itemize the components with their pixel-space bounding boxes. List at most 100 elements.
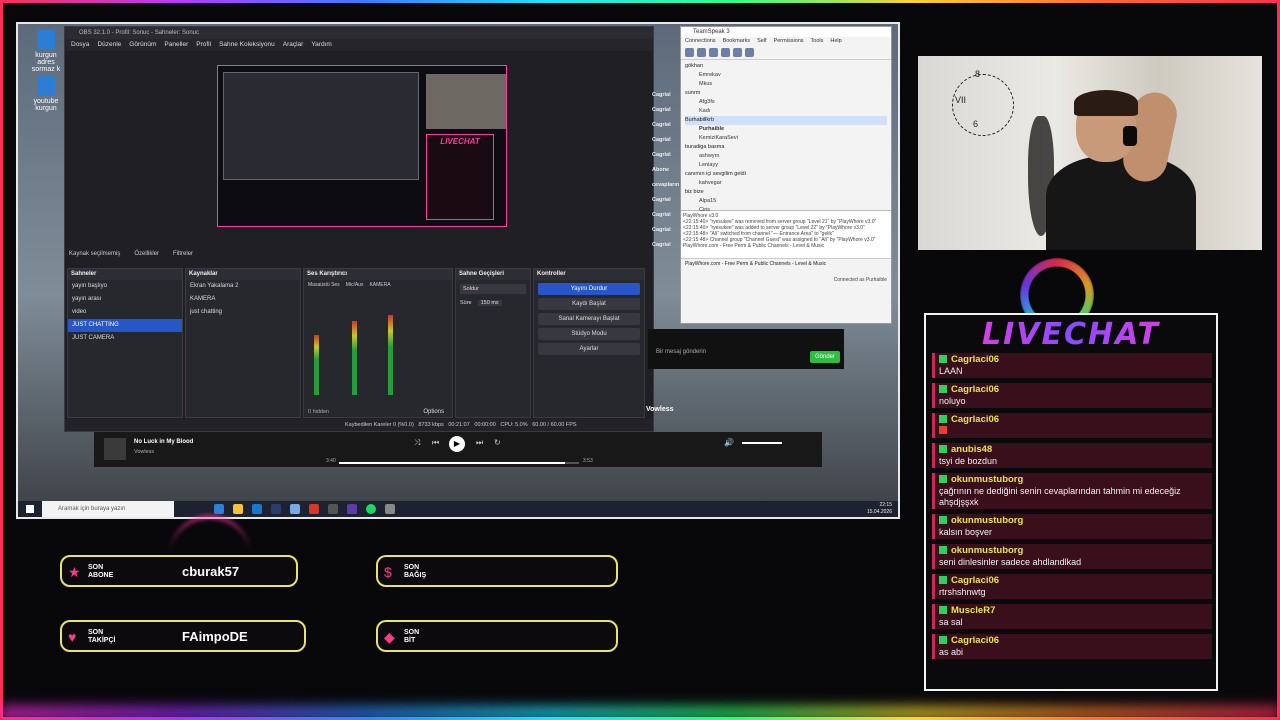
duration-input[interactable]: 150 ms xyxy=(477,300,502,306)
menu-item[interactable]: Permissions xyxy=(774,37,804,46)
mixer-hidden: 0 hidden xyxy=(308,409,330,415)
menu-item[interactable]: Help xyxy=(830,37,841,46)
mixer-options-button[interactable]: Options xyxy=(423,409,444,415)
play-button[interactable]: ▶ xyxy=(449,436,465,452)
volume-slider[interactable] xyxy=(742,442,782,444)
source-item[interactable]: Ekran Yakalama 2 xyxy=(186,280,300,293)
start-recording-button[interactable]: Kaydı Başlat xyxy=(538,298,640,310)
ts-channel[interactable]: buradiga basma xyxy=(685,143,887,152)
ts-user[interactable]: Purhaible xyxy=(685,125,887,134)
bookmark-icon[interactable] xyxy=(745,48,754,57)
chat-message: MuscleR7 sa sal xyxy=(932,604,1212,629)
chrome-icon[interactable] xyxy=(214,504,224,514)
obs-preview[interactable]: LIVECHAT xyxy=(217,65,507,227)
menu-item[interactable]: Yardım xyxy=(311,39,331,51)
opera-icon[interactable] xyxy=(309,504,319,514)
ts-user[interactable]: Kadı xyxy=(685,107,887,116)
teamspeak-icon[interactable] xyxy=(385,504,395,514)
mixer-header: Ses Karıştırıcı xyxy=(304,269,452,280)
next-icon[interactable]: ⏭ xyxy=(476,438,483,448)
strip-label: Cagrial xyxy=(652,107,671,113)
scene-item[interactable]: yayın arası xyxy=(68,293,182,306)
volume-icon[interactable]: 🔊 xyxy=(724,438,734,447)
ts-channel[interactable]: canımın içi sevgilim geldi xyxy=(685,170,887,179)
message-input[interactable]: Bir mesaj gönderin xyxy=(656,349,726,356)
menu-item[interactable]: Connections xyxy=(685,37,716,46)
menu-item[interactable]: Paneller xyxy=(164,39,188,51)
spotify-icon[interactable] xyxy=(366,504,376,514)
previous-icon[interactable]: ⏮ xyxy=(432,438,439,448)
steam-icon[interactable] xyxy=(271,504,281,514)
preview-screen xyxy=(223,72,419,180)
mute-mic-icon[interactable] xyxy=(721,48,730,57)
dropped-frames: Kaybedilen Kareler 0 (%0.0) xyxy=(345,422,414,428)
progress-bar[interactable] xyxy=(339,462,579,464)
obs-icon[interactable] xyxy=(328,504,338,514)
scene-item[interactable]: JUST CAMERA xyxy=(68,332,182,345)
disconnect-icon[interactable] xyxy=(697,48,706,57)
total-time: 3:53 xyxy=(583,458,593,464)
scene-item-selected[interactable]: JUST CHATTING xyxy=(68,319,182,332)
properties-button[interactable]: Özellikler xyxy=(134,251,159,257)
ts-user[interactable]: kahvegar xyxy=(685,179,887,188)
rec-time: 00:00:00 xyxy=(474,422,496,428)
away-icon[interactable] xyxy=(709,48,718,57)
app-icon[interactable] xyxy=(290,504,300,514)
star-icon: ★ xyxy=(68,564,81,580)
audio-meter xyxy=(388,315,393,395)
menu-item[interactable]: Dosya xyxy=(71,39,89,51)
screen-capture: kurgun adres sormaz k youtube kurgun OBS… xyxy=(16,22,900,519)
send-button[interactable]: Gönder xyxy=(809,351,840,363)
ts-user[interactable]: Alpa15 xyxy=(685,197,887,206)
ts-channel[interactable]: sunrm xyxy=(685,89,887,98)
ts-user[interactable]: Leniayy xyxy=(685,161,887,170)
menu-item[interactable]: Tools xyxy=(811,37,824,46)
source-item[interactable]: just chatting xyxy=(186,306,300,319)
chat-message: Cagrlaci06 xyxy=(932,413,1212,438)
scene-item[interactable]: yayın başlıyo xyxy=(68,280,182,293)
windows-start-icon[interactable] xyxy=(26,505,34,513)
ts-channel[interactable]: biz bize xyxy=(685,188,887,197)
desktop-icon[interactable]: kurgun adres sormaz k xyxy=(26,30,66,73)
fps: 60.00 / 60.00 FPS xyxy=(532,422,577,428)
premiere-icon[interactable] xyxy=(347,504,357,514)
bitrate: 8733 kbps xyxy=(418,422,444,428)
settings-button[interactable]: Ayarlar xyxy=(538,343,640,355)
menu-item[interactable]: Düzenle xyxy=(97,39,121,51)
transition-select[interactable]: Soldur xyxy=(460,284,526,294)
ts-user[interactable]: ashwyrn xyxy=(685,152,887,161)
menu-item[interactable]: Self xyxy=(757,37,766,46)
chat-user: MuscleR7 xyxy=(939,605,1208,617)
source-item[interactable]: KAMERA xyxy=(186,293,300,306)
desktop-icon[interactable]: youtube kurgun xyxy=(26,76,66,112)
ts-user[interactable]: Mkus xyxy=(685,80,887,89)
alert-label: SON TAKİPÇİ xyxy=(88,629,115,645)
shuffle-icon[interactable]: ⤨ xyxy=(414,438,420,448)
scene-item[interactable]: video xyxy=(68,306,182,319)
alert-label-line: SON xyxy=(88,564,104,571)
ts-server-tab[interactable]: PlayWhore.com - Free Perm & Public Chann… xyxy=(681,258,891,269)
menu-item[interactable]: Profil xyxy=(196,39,211,51)
menu-item[interactable]: Görünüm xyxy=(129,39,156,51)
ts-user[interactable]: KemiziKaraSevi xyxy=(685,134,887,143)
connect-icon[interactable] xyxy=(685,48,694,57)
menu-item[interactable]: Bookmarks xyxy=(723,37,751,46)
alert-label: SON ABONE xyxy=(88,564,113,580)
repeat-icon[interactable]: ↻ xyxy=(494,438,501,447)
cpu-usage: CPU: 5.0% xyxy=(500,422,528,428)
stop-stream-button[interactable]: Yayını Durdur xyxy=(538,283,640,295)
chat-user: Cagrlaci06 xyxy=(939,635,1208,647)
folder-icon[interactable] xyxy=(233,504,243,514)
ts-user[interactable]: Emrekav xyxy=(685,71,887,80)
ts-channel[interactable]: Burhabillkrb xyxy=(685,116,887,125)
taskbar-search[interactable]: Aramak için buraya yazın xyxy=(42,501,174,517)
filters-button[interactable]: Filtreler xyxy=(173,251,193,257)
ts-user[interactable]: Afg3fs xyxy=(685,98,887,107)
mute-speaker-icon[interactable] xyxy=(733,48,742,57)
menu-item[interactable]: Araçlar xyxy=(283,39,304,51)
menu-item[interactable]: Sahne Koleksiyonu xyxy=(219,39,275,51)
start-virtual-camera-button[interactable]: Sanal Kamerayı Başlat xyxy=(538,313,640,325)
ts-channel[interactable]: gökhan xyxy=(685,62,887,71)
studio-mode-button[interactable]: Stüdyo Modu xyxy=(538,328,640,340)
mail-icon[interactable] xyxy=(252,504,262,514)
